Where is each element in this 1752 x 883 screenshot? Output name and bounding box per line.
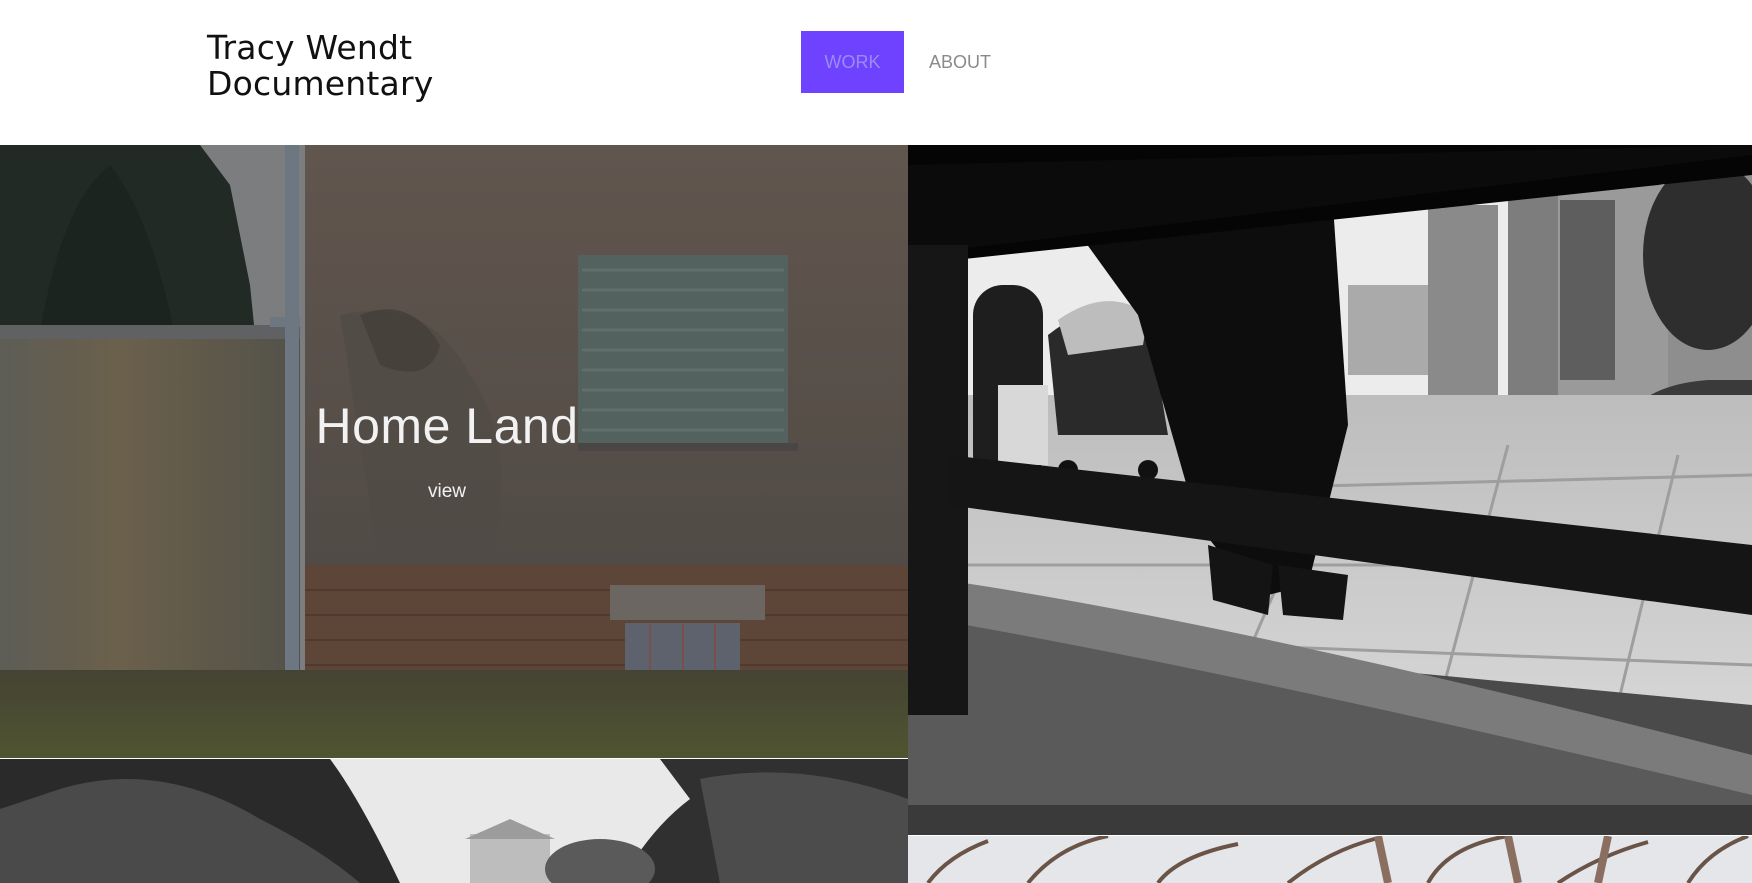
site-header: Tracy Wendt Documentary WORK ABOUT <box>0 0 1752 145</box>
project-tile-trees[interactable] <box>0 759 908 883</box>
site-title[interactable]: Tracy Wendt Documentary <box>207 30 433 102</box>
trees-photo <box>0 759 908 883</box>
project-view-link[interactable]: view <box>0 481 894 503</box>
nav-item-work[interactable]: WORK <box>801 31 904 93</box>
project-tile-home-land[interactable]: Home Land view <box>0 145 908 758</box>
site-title-line-1: Tracy Wendt <box>207 28 413 67</box>
branches-photo <box>908 836 1752 883</box>
nav-item-about[interactable]: ABOUT <box>904 31 1016 93</box>
project-title: Home Land <box>315 398 579 454</box>
project-tile-branches[interactable] <box>908 836 1752 883</box>
main-nav: WORK ABOUT <box>801 31 1016 93</box>
project-tile-street-photo[interactable] <box>908 145 1752 835</box>
street-photo <box>908 145 1752 835</box>
site-title-line-2: Documentary <box>207 64 434 103</box>
